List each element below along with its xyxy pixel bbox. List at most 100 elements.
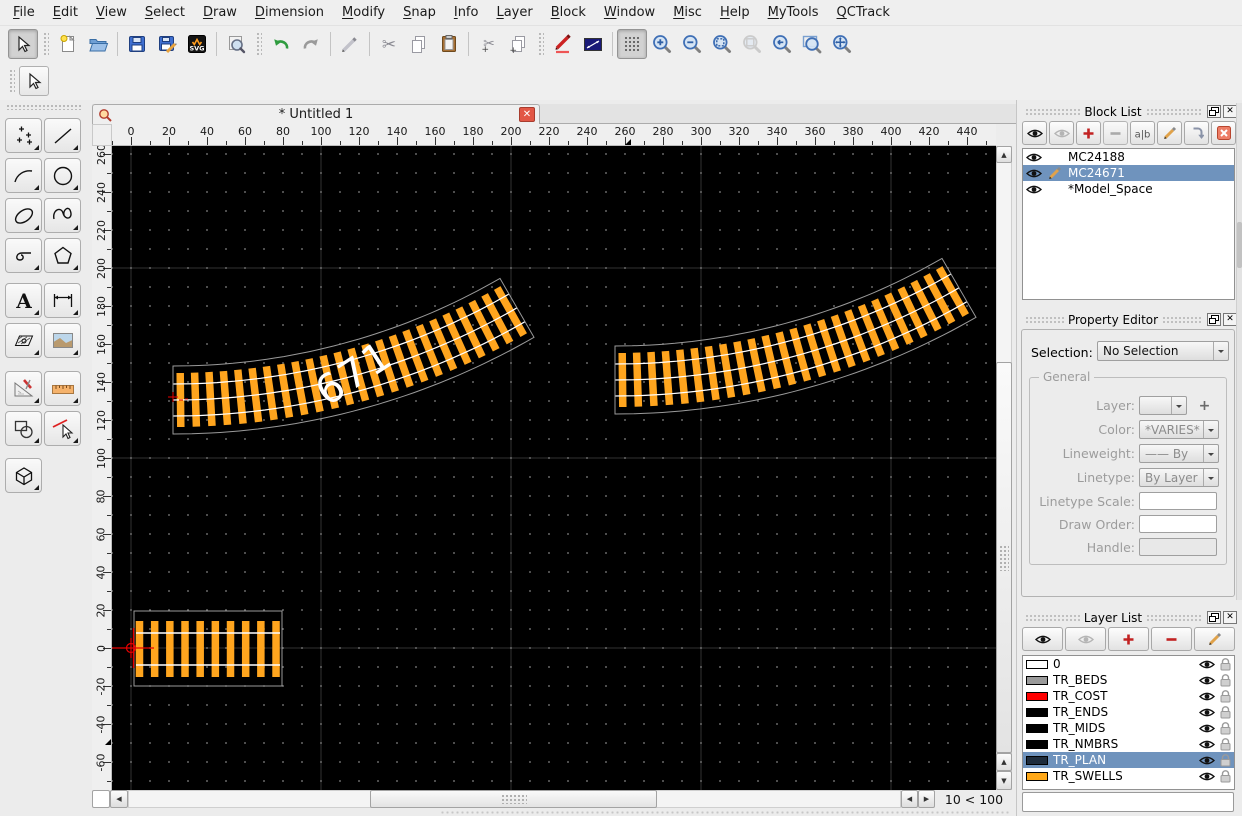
dimension-tool[interactable] [44, 283, 81, 318]
block-edit-button[interactable] [1157, 121, 1182, 145]
block-list-close-button[interactable]: ✕ [1223, 105, 1237, 118]
export-svg-button[interactable]: SVG [182, 29, 212, 59]
linetypescale-input[interactable] [1139, 492, 1217, 510]
block-row-MC24671[interactable]: MC24671 [1023, 165, 1234, 181]
undo-button[interactable] [266, 29, 296, 59]
menu-mytools[interactable]: MyTools [759, 2, 828, 23]
toolbar-drag-handle[interactable] [42, 31, 49, 57]
toolbar-drag-handle[interactable] [255, 31, 262, 57]
open-document-button[interactable] [83, 29, 113, 59]
layer-edit-button[interactable] [1194, 627, 1235, 651]
layer-add-button[interactable] [1108, 627, 1149, 651]
hatch-tool[interactable] [5, 323, 42, 358]
cut-with-reference-button[interactable]: ✂+ [473, 29, 503, 59]
menu-layer[interactable]: Layer [487, 2, 541, 23]
scroll-right-button[interactable]: ▶ [918, 790, 935, 808]
menu-view[interactable]: View [87, 2, 136, 23]
menu-qctrack[interactable]: QCTrack [828, 2, 899, 23]
menu-select[interactable]: Select [136, 2, 194, 23]
draworder-input[interactable] [1139, 515, 1217, 533]
property-editor-float-button[interactable] [1207, 313, 1221, 326]
block-rename-button[interactable]: a|b [1130, 121, 1155, 145]
layer-list-drag-handle-2[interactable] [1146, 614, 1201, 621]
drawing-canvas[interactable]: 671 [112, 146, 996, 790]
block-list-float-button[interactable] [1207, 105, 1221, 118]
zoom-pan-button[interactable] [827, 29, 857, 59]
property-editor-drag-handle[interactable] [1025, 316, 1064, 323]
property-editor-close-button[interactable]: ✕ [1223, 313, 1237, 326]
zoom-in-button[interactable] [647, 29, 677, 59]
add-layer-button[interactable]: + [1197, 398, 1212, 413]
document-tab[interactable]: * Untitled 1 ✕ [92, 104, 540, 124]
eye-icon[interactable] [1199, 755, 1215, 766]
menu-edit[interactable]: Edit [44, 2, 87, 23]
layer-row-TR_MIDS[interactable]: TR_MIDS [1023, 720, 1234, 736]
ruler-tool[interactable] [44, 371, 81, 406]
eye-icon[interactable] [1199, 691, 1215, 702]
block-show-all-button[interactable] [1022, 121, 1047, 145]
block-hide-all-button[interactable] [1049, 121, 1074, 145]
lock-icon[interactable] [1220, 673, 1231, 687]
measure-tool[interactable] [5, 371, 42, 406]
eye-icon[interactable] [1199, 659, 1215, 670]
zoom-select-button[interactable] [578, 29, 608, 59]
new-document-button[interactable] [53, 29, 83, 59]
select-pointer-button[interactable] [19, 66, 49, 96]
toolbar-drag-handle[interactable] [537, 31, 544, 57]
menu-help[interactable]: Help [711, 2, 759, 23]
property-editor-drag-handle-2[interactable] [1162, 316, 1201, 323]
eye-icon[interactable] [1199, 707, 1215, 718]
points-tool[interactable] [5, 118, 42, 153]
layer-row-TR_PLAN[interactable]: TR_PLAN [1023, 752, 1234, 768]
scroll-left-button-2[interactable]: ◀ [901, 790, 918, 808]
polygon-tool[interactable] [44, 238, 81, 273]
layer-list-drag-handle[interactable] [1025, 614, 1080, 621]
scroll-up-button-2[interactable]: ▲ [996, 753, 1012, 771]
layer-row-TR_BEDS[interactable]: TR_BEDS [1023, 672, 1234, 688]
menu-snap[interactable]: Snap [394, 2, 445, 23]
revert-button[interactable] [335, 29, 365, 59]
eye-icon[interactable] [1026, 168, 1042, 179]
modify-tool[interactable] [44, 411, 81, 446]
block-insert-button[interactable] [1184, 121, 1209, 145]
select-tool-button[interactable] [8, 29, 38, 59]
zoom-redraw-button[interactable] [767, 29, 797, 59]
vertical-scrollbar-thumb[interactable] [996, 362, 1012, 753]
lock-icon[interactable] [1220, 737, 1231, 751]
save-as-button[interactable] [152, 29, 182, 59]
lock-icon[interactable] [1220, 753, 1231, 767]
layer-row-TR_NMBRS[interactable]: TR_NMBRS [1023, 736, 1234, 752]
block-row-*Model_Space[interactable]: *Model_Space [1023, 181, 1234, 197]
layer-row-TR_COST[interactable]: TR_COST [1023, 688, 1234, 704]
command-line-input[interactable] [1022, 792, 1234, 812]
zoom-window-button[interactable] [797, 29, 827, 59]
line-tool[interactable] [44, 118, 81, 153]
layer-row-TR_ENDS[interactable]: TR_ENDS [1023, 704, 1234, 720]
layer-remove-button[interactable] [1151, 627, 1192, 651]
toolbar-drag-handle[interactable] [8, 68, 15, 94]
polyline-tool[interactable] [5, 238, 42, 273]
menu-window[interactable]: Window [595, 2, 664, 23]
eye-icon[interactable] [1199, 771, 1215, 782]
menu-block[interactable]: Block [542, 2, 595, 23]
spline-tool[interactable] [44, 198, 81, 233]
menu-file[interactable]: File [4, 2, 44, 23]
block-list-drag-handle[interactable] [1025, 108, 1080, 115]
eye-icon[interactable] [1026, 184, 1042, 195]
copy-button[interactable] [404, 29, 434, 59]
paste-button[interactable] [434, 29, 464, 59]
layer-hide-all-button[interactable] [1065, 627, 1106, 651]
shapes-tool[interactable] [5, 411, 42, 446]
eye-icon[interactable] [1026, 152, 1042, 163]
layer-row-TR_SWELLS[interactable]: TR_SWELLS [1023, 768, 1234, 784]
scroll-down-button[interactable]: ▼ [996, 771, 1012, 790]
lock-icon[interactable] [1220, 769, 1231, 783]
arc-tool[interactable] [5, 158, 42, 193]
text-tool[interactable]: A [5, 283, 42, 318]
menu-draw[interactable]: Draw [194, 2, 246, 23]
block-add-button[interactable] [1076, 121, 1101, 145]
lock-icon[interactable] [1220, 721, 1231, 735]
eye-icon[interactable] [1199, 675, 1215, 686]
layer-list-float-button[interactable] [1207, 611, 1221, 624]
layer-list-close-button[interactable]: ✕ [1223, 611, 1237, 624]
